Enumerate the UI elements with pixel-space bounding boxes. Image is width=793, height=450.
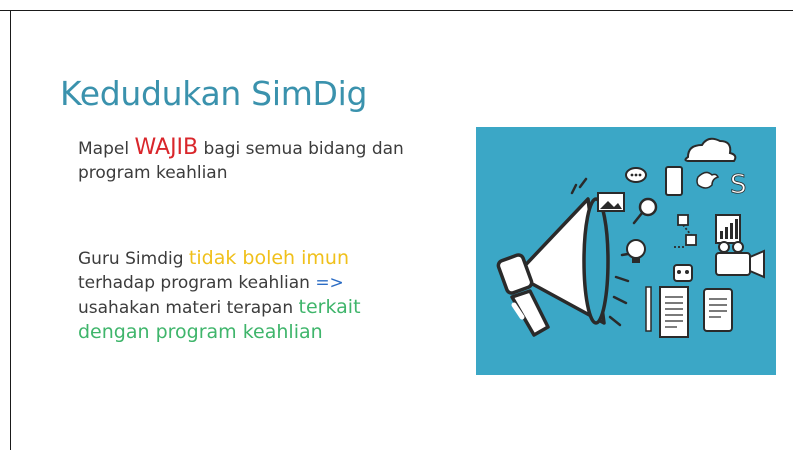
tablet-icon xyxy=(703,288,733,332)
frame-top-border xyxy=(0,10,793,11)
photo-icon xyxy=(597,192,625,212)
paragraph-mapel-wajib: Mapel WAJIB bagi semua bidang dan progra… xyxy=(78,136,408,185)
para2-text-2: terhadap program keahlian xyxy=(78,273,316,293)
document-icon xyxy=(659,286,689,338)
para2-text-3: usahakan materi terapan xyxy=(78,298,299,318)
phone-icon xyxy=(665,166,683,196)
dollar-icon: S xyxy=(730,170,747,200)
para2-arrow: => xyxy=(315,273,344,293)
megaphone-illustration: S xyxy=(476,127,776,375)
para2-highlight-tidak-boleh-imun: tidak boleh imun xyxy=(188,247,349,269)
bar-chart-icon xyxy=(715,214,741,244)
slide-title: Kedudukan SimDig xyxy=(60,74,368,113)
megaphone-icon: S xyxy=(476,127,776,375)
robot-icon xyxy=(673,264,693,282)
para1-text-before: Mapel xyxy=(78,139,135,159)
paragraph-guru-simdig: Guru Simdig tidak boleh imun terhadap pr… xyxy=(78,246,368,345)
pen-icon xyxy=(645,286,652,332)
para1-highlight-wajib: WAJIB xyxy=(134,135,199,160)
frame-left-border xyxy=(10,10,11,450)
para2-text-1: Guru Simdig xyxy=(78,249,189,269)
chat-bubble-icon xyxy=(625,167,647,183)
illustration-background xyxy=(476,127,776,375)
